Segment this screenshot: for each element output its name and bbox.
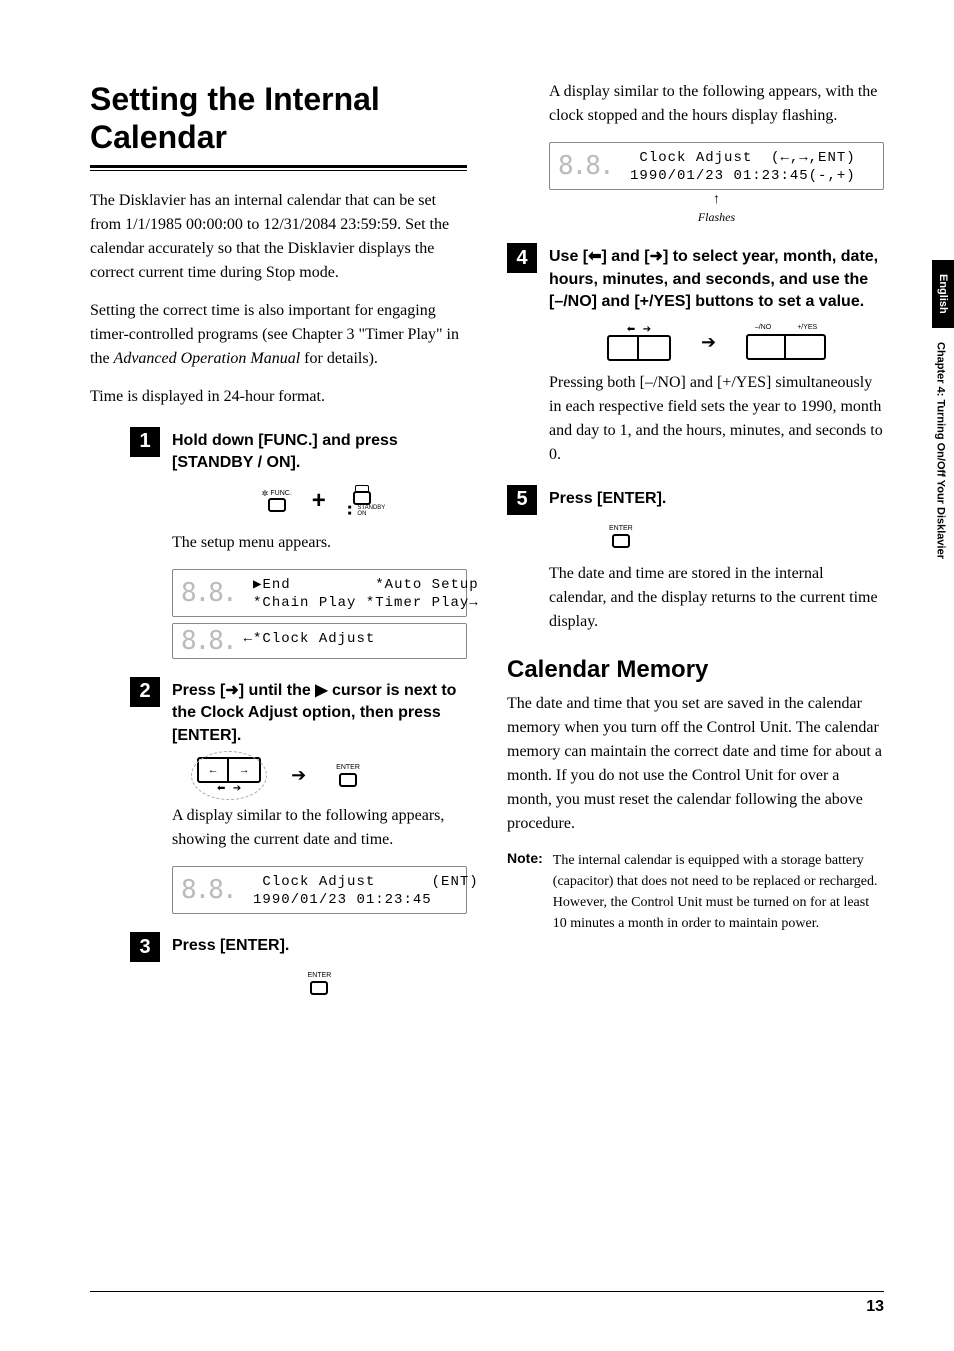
- left-column: Setting the Internal Calendar The Diskla…: [90, 80, 467, 1009]
- step2-figure: ←→ ⬅ ➔ ➔ ENTER: [90, 757, 467, 794]
- after-step5-text: The date and time are stored in the inte…: [549, 562, 884, 634]
- step-5-number: 5: [507, 485, 537, 515]
- step-4-number: 4: [507, 243, 537, 273]
- intro2-italic: Advanced Operation Manual: [114, 350, 301, 367]
- seg-icon: 8.8.: [181, 628, 236, 654]
- calendar-memory-title: Calendar Memory: [507, 656, 884, 684]
- side-tab: English Chapter 4: Turning On/Off Your D…: [932, 260, 954, 573]
- arrow-icon: ➔: [701, 332, 716, 353]
- step-5-text: Press [ENTER].: [549, 485, 666, 510]
- flashes-label: Flashes: [549, 210, 884, 225]
- step-3-number: 3: [130, 932, 160, 962]
- note-block: Note: The internal calendar is equipped …: [507, 850, 884, 934]
- lcd-display-3: 8.8. Clock Adjust (ENT) 1990/01/23 01:23…: [172, 866, 467, 914]
- chapter-tab: Chapter 4: Turning On/Off Your Disklavie…: [935, 328, 952, 573]
- section-title: Setting the Internal Calendar: [90, 80, 467, 157]
- after-step4-text: Pressing both [–/NO] and [+/YES] simulta…: [549, 371, 884, 467]
- right-arrow-icon: ➜: [650, 248, 663, 265]
- step-1-text: Hold down [FUNC.] and press [STANDBY / O…: [172, 427, 467, 475]
- step-5: 5 Press [ENTER].: [507, 485, 884, 515]
- step-2: 2 Press [➜] until the ▶ cursor is next t…: [130, 677, 467, 747]
- intro-paragraph-3: Time is displayed in 24-hour format.: [90, 385, 467, 409]
- lcd4-line2: 1990/01/23 01:23:45(-,+): [621, 168, 856, 184]
- step-1: 1 Hold down [FUNC.] and press [STANDBY /…: [130, 427, 467, 475]
- step-4: 4 Use [⬅] and [➜] to select year, month,…: [507, 243, 884, 313]
- lcd2-line1: ←*Clock Adjust: [244, 631, 376, 647]
- standby-button-icon: ■STANDBY■ON: [346, 485, 378, 517]
- plus-icon: +: [312, 487, 326, 515]
- step-4-text: Use [⬅] and [➜] to select year, month, d…: [549, 243, 884, 313]
- footer-rule: [90, 1291, 884, 1292]
- step1-figure: ✲FUNC. + ■STANDBY■ON: [172, 485, 467, 517]
- note-text: The internal calendar is equipped with a…: [553, 850, 884, 934]
- enter-button-icon: ENTER: [336, 764, 360, 787]
- page-number: 13: [90, 1298, 884, 1316]
- lcd-display-4: 8.8. Clock Adjust (←,→,ENT) 1990/01/23 0…: [549, 142, 884, 190]
- calendar-memory-body: The date and time that you set are saved…: [507, 692, 884, 836]
- step-1-number: 1: [130, 427, 160, 457]
- flash-arrow: ↑: [549, 192, 884, 208]
- col2-intro: A display similar to the following appea…: [549, 80, 884, 128]
- title-rule: [90, 165, 467, 171]
- step-3: 3 Press [ENTER].: [130, 932, 467, 962]
- seg-icon: 8.8.: [558, 147, 613, 185]
- enter-button-icon: ENTER: [609, 525, 633, 548]
- seg-icon: 8.8.: [181, 871, 236, 909]
- seg-icon: 8.8.: [181, 574, 236, 612]
- step5-figure: ENTER: [549, 525, 884, 548]
- language-tab: English: [932, 260, 954, 328]
- step4-figure: ⬅ ➔ ➔ –/NO+/YES: [549, 324, 884, 361]
- lcd3-line1: Clock Adjust (ENT): [244, 874, 479, 890]
- enter-label: ENTER: [336, 764, 360, 771]
- lcd4-line1: Clock Adjust (←,→,ENT): [621, 150, 856, 166]
- arrow-buttons-icon: [607, 335, 671, 361]
- intro-paragraph-1: The Disklavier has an internal calendar …: [90, 189, 467, 285]
- step-2-text: Press [➜] until the ▶ cursor is next to …: [172, 677, 467, 747]
- lcd-display-2: 8.8. ←*Clock Adjust: [172, 623, 467, 659]
- right-arrow-icon: ➜: [225, 682, 238, 699]
- step3-figure: ENTER: [172, 972, 467, 995]
- enter-button-icon: ENTER: [308, 972, 332, 995]
- yes-no-buttons-icon: [746, 334, 826, 360]
- yes-label: +/YES: [797, 324, 817, 331]
- no-label: –/NO: [755, 324, 771, 331]
- intro2-b: for details).: [300, 350, 378, 367]
- right-column: A display similar to the following appea…: [507, 80, 884, 1009]
- lcd1-line1: ▶End *Auto Setup: [244, 577, 479, 593]
- lcd-display-1: 8.8. ▶End *Auto Setup *Chain Play *Timer…: [172, 569, 467, 617]
- after-step2-text: A display similar to the following appea…: [172, 804, 467, 852]
- cursor-icon: ▶: [315, 682, 327, 699]
- setup-menu-text: The setup menu appears.: [172, 531, 467, 555]
- intro-paragraph-2: Setting the correct time is also importa…: [90, 299, 467, 371]
- func-label: FUNC.: [270, 490, 291, 497]
- lcd3-line2: 1990/01/23 01:23:45: [244, 892, 432, 908]
- arrow-icon: ➔: [291, 765, 306, 786]
- lcd1-line2: *Chain Play *Timer Play→: [244, 595, 479, 611]
- step-2-number: 2: [130, 677, 160, 707]
- left-arrow-icon: ⬅: [588, 248, 601, 265]
- step-3-text: Press [ENTER].: [172, 932, 289, 957]
- note-label: Note:: [507, 850, 543, 934]
- func-button-icon: ✲FUNC.: [262, 489, 292, 512]
- page-footer: 13: [90, 1291, 884, 1316]
